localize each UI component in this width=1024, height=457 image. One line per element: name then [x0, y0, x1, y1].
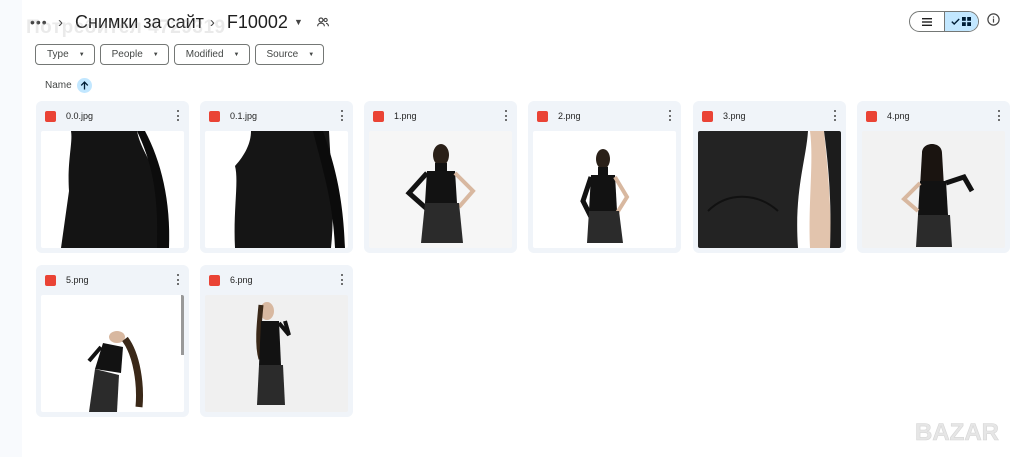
folder-title: F10002 [226, 11, 288, 32]
file-thumbnail [41, 131, 184, 248]
filter-label: Type [47, 49, 69, 60]
sort-label: Name [45, 80, 72, 91]
filter-bar: Type ▼ People ▼ Modified ▼ Source ▼ [35, 44, 325, 65]
filter-source[interactable]: Source ▼ [254, 44, 325, 65]
filter-label: Source [266, 49, 299, 60]
filter-modified[interactable]: Modified ▼ [173, 44, 250, 65]
list-view-button[interactable] [910, 12, 944, 31]
file-card-header: 0.0.jpg [36, 101, 189, 131]
file-name: 3.png [723, 111, 746, 121]
file-card[interactable]: 0.1.jpg [200, 101, 353, 253]
file-card-header: 3.png [693, 101, 846, 131]
file-name: 4.png [887, 111, 910, 121]
sort-control[interactable]: Name [45, 78, 92, 93]
caret-down-icon: ▼ [78, 51, 85, 58]
file-card-header: 0.1.jpg [200, 101, 353, 131]
info-icon[interactable] [987, 13, 1002, 28]
more-vert-icon[interactable] [834, 110, 837, 121]
more-vert-icon[interactable] [177, 110, 180, 121]
file-name: 5.png [66, 275, 89, 285]
file-card-header: 6.png [200, 265, 353, 295]
svg-text:BAZAR: BAZAR [915, 419, 999, 446]
check-icon [951, 18, 961, 25]
list-view-icon [921, 17, 932, 26]
more-vert-icon[interactable] [177, 274, 180, 285]
file-card[interactable]: 0.0.jpg [36, 101, 189, 253]
filter-people[interactable]: People ▼ [99, 44, 169, 65]
user-watermark: Потребител 4729319 [26, 17, 226, 38]
more-vert-icon[interactable] [505, 110, 508, 121]
view-toggle [909, 11, 979, 32]
more-vert-icon[interactable] [341, 274, 344, 285]
filter-type[interactable]: Type ▼ [35, 44, 95, 65]
bazar-logo: BAZAR [915, 419, 1000, 447]
file-name: 2.png [558, 111, 581, 121]
file-thumbnail [369, 131, 512, 248]
grid-view-icon [962, 17, 972, 26]
image-file-icon [537, 110, 548, 122]
more-vert-icon[interactable] [669, 110, 672, 121]
image-file-icon [45, 274, 56, 286]
file-card-header: 5.png [36, 265, 189, 295]
file-thumbnail [41, 295, 184, 412]
left-sidebar-edge [0, 0, 22, 457]
arrow-up-icon[interactable] [76, 78, 92, 93]
people-icon[interactable] [316, 17, 329, 27]
filter-label: People [111, 49, 143, 60]
file-card-header: 2.png [528, 101, 681, 131]
file-name: 0.0.jpg [66, 111, 94, 121]
file-card[interactable]: 1.png [364, 101, 517, 253]
caret-down-icon: ▼ [293, 17, 303, 27]
image-file-icon [45, 110, 56, 122]
caret-down-icon: ▼ [233, 51, 240, 58]
drive-folder-view: ••• › Снимки за сайт › F10002 ▼ Потребит… [0, 0, 1024, 457]
more-vert-icon[interactable] [341, 110, 344, 121]
file-thumbnail [862, 131, 1005, 248]
file-card[interactable]: 2.png [528, 101, 681, 253]
file-thumbnail [205, 295, 348, 412]
breadcrumb-current-folder[interactable]: F10002 ▼ [227, 12, 303, 33]
grid-view-button[interactable] [943, 12, 978, 31]
image-file-icon [373, 110, 384, 122]
file-card[interactable]: 6.png [200, 265, 353, 417]
caret-down-icon: ▼ [308, 51, 315, 58]
file-thumbnail [205, 131, 348, 248]
file-card-header: 4.png [857, 101, 1010, 131]
file-card[interactable]: 3.png [693, 101, 846, 253]
file-name: 1.png [394, 111, 417, 121]
file-card[interactable]: 4.png [857, 101, 1010, 253]
file-card-header: 1.png [364, 101, 517, 131]
filter-label: Modified [185, 49, 224, 60]
image-file-icon [702, 110, 713, 122]
caret-down-icon: ▼ [152, 51, 159, 58]
image-file-icon [209, 110, 220, 122]
file-name: 0.1.jpg [230, 111, 258, 121]
file-name: 6.png [230, 275, 253, 285]
image-file-icon [209, 274, 220, 286]
more-vert-icon[interactable] [998, 110, 1001, 121]
file-thumbnail [533, 131, 676, 248]
file-card[interactable]: 5.png [36, 265, 189, 417]
image-file-icon [866, 110, 877, 122]
file-thumbnail [698, 131, 841, 248]
